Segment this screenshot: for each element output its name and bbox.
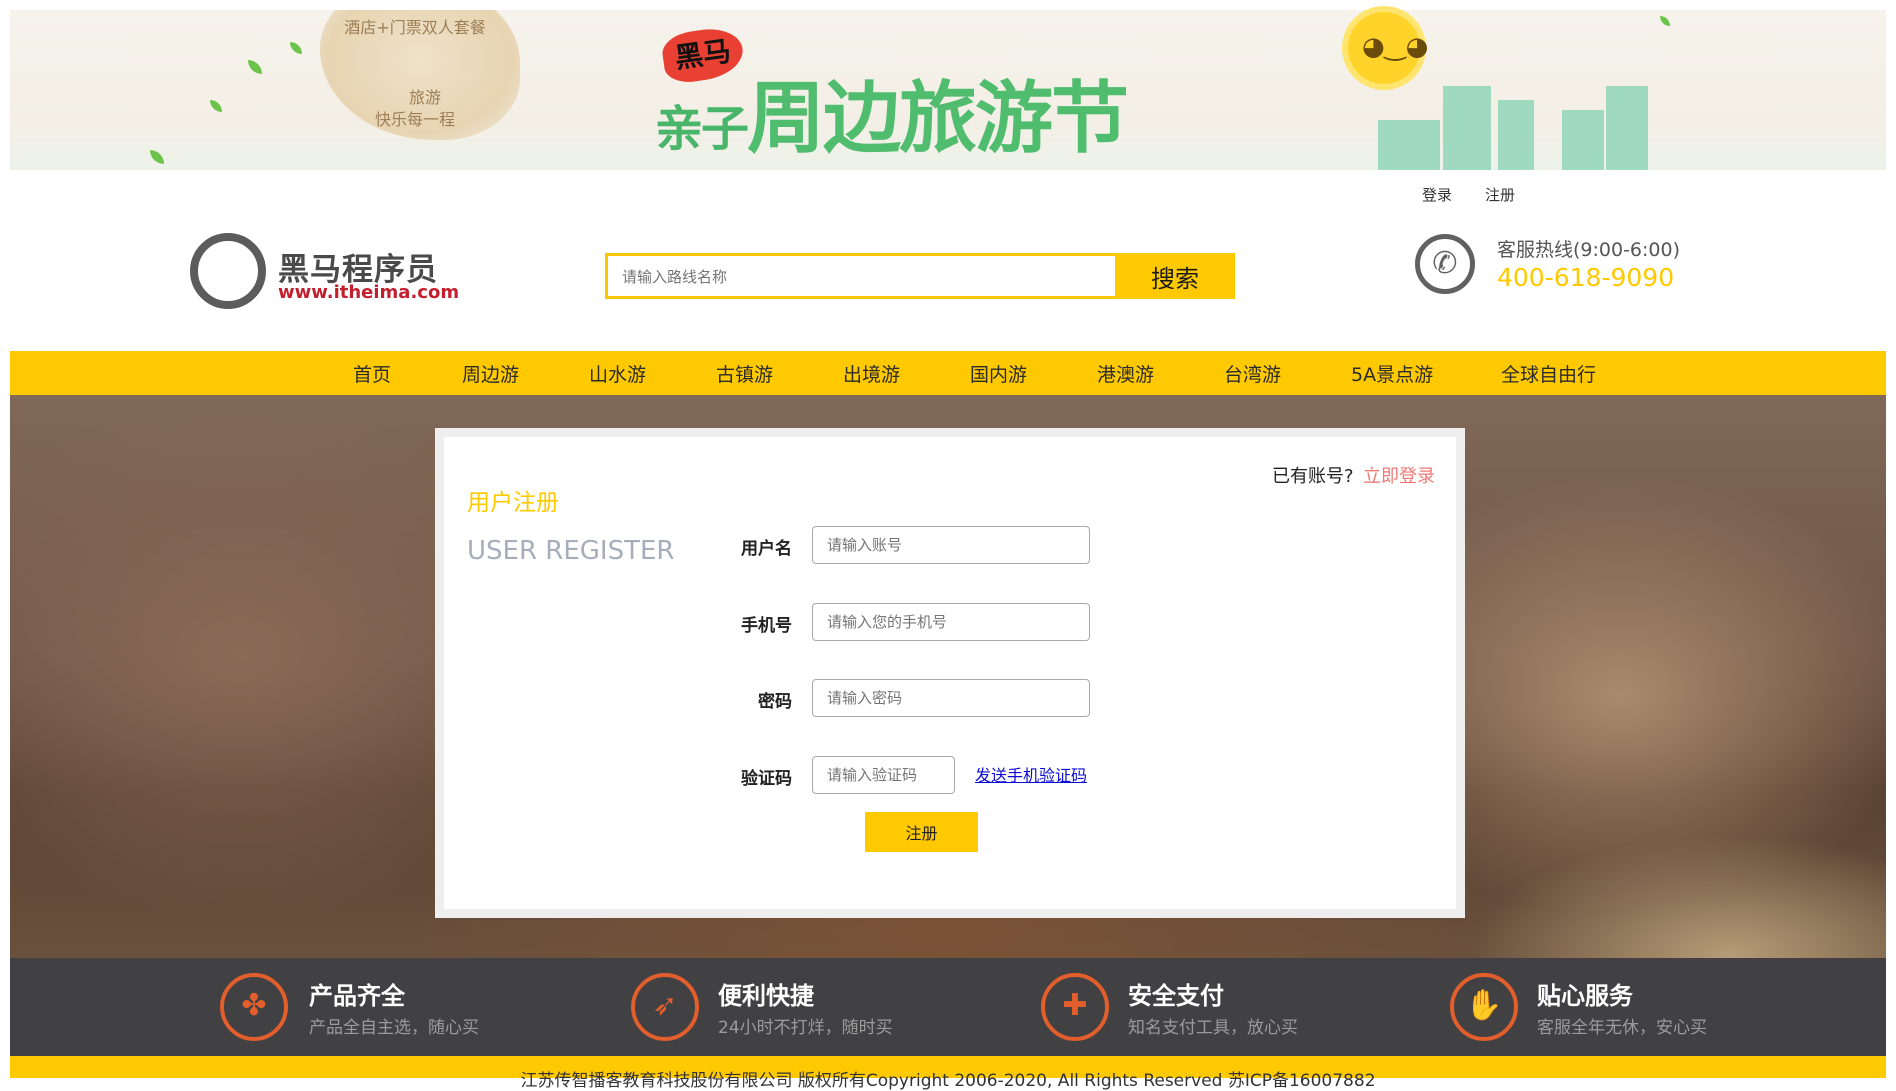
clover-icon: ✤ <box>220 973 288 1041</box>
feature-desc: 知名支付工具，放心买 <box>1128 1018 1298 1038</box>
banner-card-line1: 酒店+门票双人套餐 <box>344 18 486 37</box>
nav-item-domestic[interactable]: 国内游 <box>970 360 1027 387</box>
nav-item-nearby[interactable]: 周边游 <box>462 360 519 387</box>
banner-card-line2: 旅游 <box>408 88 441 107</box>
building-icon <box>1498 100 1534 170</box>
nav-item-hkmacao[interactable]: 港澳游 <box>1097 360 1154 387</box>
verification-code-input[interactable] <box>812 756 955 794</box>
nav-item-taiwan[interactable]: 台湾游 <box>1224 360 1281 387</box>
phone-input[interactable] <box>812 603 1090 641</box>
main-nav <box>10 351 1886 395</box>
nav-item-home[interactable]: 首页 <box>353 360 391 387</box>
feature-title: 安全支付 <box>1128 982 1224 1010</box>
banner-title: 亲子周边旅游节 <box>655 56 1129 168</box>
login-now-link[interactable]: 立即登录 <box>1363 462 1435 488</box>
hotline-number: 400-618-9090 <box>1497 263 1675 292</box>
footer-copyright: 江苏传智播客教育科技股份有限公司 版权所有Copyright 2006-2020… <box>520 1071 1376 1091</box>
send-code-link[interactable]: 发送手机验证码 <box>975 762 1087 786</box>
nav-item-5a[interactable]: 5A景点游 <box>1351 360 1433 387</box>
nav-item-town[interactable]: 古镇游 <box>716 360 773 387</box>
feature-title: 贴心服务 <box>1537 982 1633 1010</box>
top-login-link[interactable]: 登录 <box>1422 184 1452 205</box>
feature-desc: 24小时不打烊，随时买 <box>718 1018 893 1038</box>
sun-face-icon: ◕‿◕ <box>1362 32 1429 62</box>
feature-title: 便利快捷 <box>718 982 814 1010</box>
register-title-en: USER REGISTER <box>467 536 675 566</box>
banner-title-prefix: 亲子 <box>655 101 749 157</box>
nav-item-global[interactable]: 全球自由行 <box>1501 360 1596 387</box>
building-icon <box>1378 120 1440 170</box>
search-input[interactable] <box>608 256 1130 298</box>
thumbs-up-icon: ✋ <box>1450 973 1518 1041</box>
verification-code-label: 验证码 <box>741 769 792 789</box>
banner-title-main: 周边旅游节 <box>747 74 1129 164</box>
hotline-label: 客服热线(9:00-6:00) <box>1497 239 1681 261</box>
feature-title: 产品齐全 <box>309 982 405 1010</box>
username-label: 用户名 <box>741 539 792 559</box>
feature-desc: 产品全自主选，随心买 <box>309 1018 479 1038</box>
register-title-cn: 用户注册 <box>467 490 559 516</box>
password-input[interactable] <box>812 679 1090 717</box>
shield-icon: ✚ <box>1041 973 1109 1041</box>
search-button[interactable]: 搜索 <box>1115 253 1235 299</box>
password-label: 密码 <box>758 692 792 712</box>
banner-card-line3: 快乐每一程 <box>374 110 455 129</box>
logo-subtitle: www.itheima.com <box>278 282 460 303</box>
building-icon <box>1562 110 1604 170</box>
nav-item-outbound[interactable]: 出境游 <box>843 360 900 387</box>
phone-label: 手机号 <box>741 616 792 636</box>
rocket-icon: ➶ <box>631 973 699 1041</box>
top-register-link[interactable]: 注册 <box>1485 184 1515 205</box>
building-icon <box>1606 86 1648 170</box>
nav-item-scenic[interactable]: 山水游 <box>589 360 646 387</box>
logo-horse-icon[interactable] <box>190 233 266 309</box>
feature-desc: 客服全年无休，安心买 <box>1537 1018 1707 1038</box>
register-submit-button[interactable]: 注册 <box>865 812 978 852</box>
building-icon <box>1443 86 1491 170</box>
have-account-text: 已有账号? <box>1272 466 1354 487</box>
username-input[interactable] <box>812 526 1090 564</box>
phone-icon: ✆ <box>1415 234 1475 294</box>
